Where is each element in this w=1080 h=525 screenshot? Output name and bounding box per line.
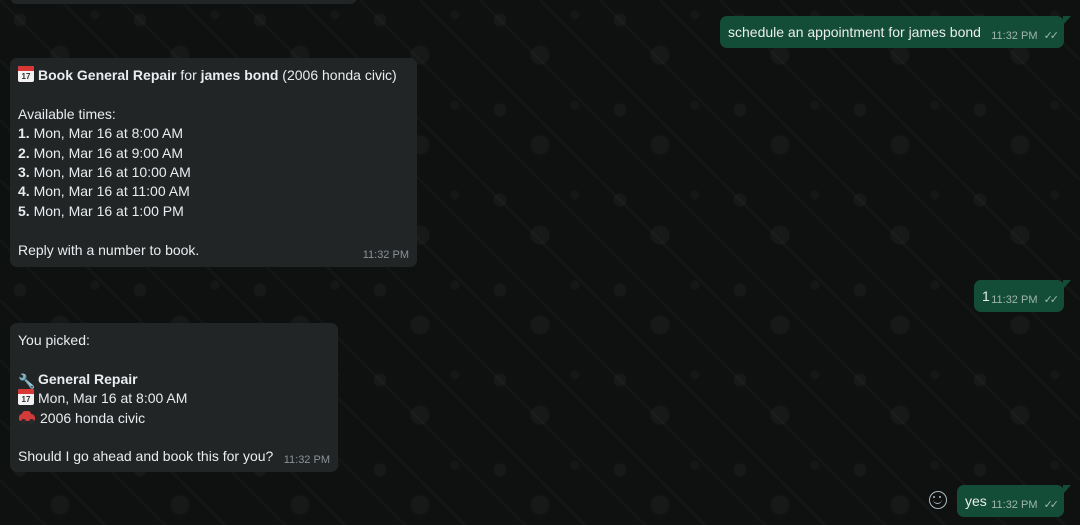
service-name: General Repair (38, 370, 138, 387)
message-meta: 11:32 PM ✓✓ (991, 294, 1060, 307)
message-meta: 11:32 PM ✓✓ (991, 30, 1060, 43)
car-icon (18, 410, 36, 424)
calendar-icon (18, 66, 34, 82)
option-number: 4. (18, 183, 30, 200)
option-number: 3. (18, 164, 30, 181)
appointment-time: Mon, Mar 16 at 8:00 AM (38, 390, 188, 407)
chat-pane: schedule an appointment for james bond 1… (0, 0, 1080, 525)
previous-message-bubble (10, 0, 357, 4)
picked-datetime: Mon, Mar 16 at 8:00 AM (18, 389, 330, 408)
outgoing-message[interactable]: 1 11:32 PM ✓✓ (974, 280, 1071, 312)
message-time: 11:32 PM (991, 294, 1038, 306)
option-text: Mon, Mar 16 at 1:00 PM (29, 202, 184, 219)
message-meta: 11:32 PM ✓✓ (991, 499, 1060, 512)
outgoing-message[interactable]: yes 11:32 PM ✓✓ (957, 485, 1071, 517)
message-time: 11:32 PM (283, 454, 330, 466)
message-meta: 11:32 PM (363, 249, 409, 262)
reply-instruction: Reply with a number to book. (18, 241, 200, 258)
time-option: 4. Mon, Mar 16 at 11:00 AM (18, 182, 409, 201)
available-label: Available times: (18, 105, 116, 122)
option-text: Mon, Mar 16 at 10:00 AM (29, 164, 191, 181)
option-number: 1. (18, 125, 30, 142)
wrench-icon: 🔧 (18, 372, 36, 389)
double-check-icon: ✓✓ (1043, 294, 1060, 306)
double-check-icon: ✓✓ (1043, 499, 1060, 511)
picked-intro: You picked: (18, 332, 90, 348)
picked-vehicle: 2006 honda civic (18, 409, 330, 428)
message-time: 11:32 PM (991, 30, 1038, 42)
title-connector: for (176, 67, 201, 83)
vehicle-name: 2006 honda civic (40, 409, 146, 426)
vehicle-info: (2006 honda civic) (278, 67, 397, 83)
booking-title: Book General Repair for james bond (2006… (18, 66, 409, 85)
picked-service: 🔧 General Repair (18, 370, 330, 389)
time-option: 2. Mon, Mar 16 at 9:00 AM (18, 144, 409, 163)
emoji-icon[interactable] (929, 491, 947, 509)
message-meta: 11:32 PM (284, 454, 330, 467)
message-time: 11:32 PM (362, 249, 409, 261)
incoming-message[interactable]: Book General Repair for james bond (2006… (10, 58, 417, 267)
customer-name: james bond (200, 67, 279, 83)
outgoing-message[interactable]: schedule an appointment for james bond 1… (720, 16, 1071, 48)
incoming-message[interactable]: You picked: 🔧General Repair Mon, Mar 16 … (10, 323, 338, 472)
time-option: 1. Mon, Mar 16 at 8:00 AM (18, 124, 409, 143)
option-text: Mon, Mar 16 at 9:00 AM (29, 144, 183, 161)
option-number: 2. (18, 144, 30, 161)
message-time: 11:32 PM (991, 499, 1038, 511)
time-option: 3. Mon, Mar 16 at 10:00 AM (18, 163, 409, 182)
option-number: 5. (18, 202, 30, 219)
time-option: 5. Mon, Mar 16 at 1:00 PM (18, 202, 409, 221)
double-check-icon: ✓✓ (1043, 30, 1060, 42)
option-text: Mon, Mar 16 at 8:00 AM (29, 125, 183, 142)
service-name: Book General Repair (38, 67, 177, 83)
calendar-icon (18, 389, 34, 406)
option-text: Mon, Mar 16 at 11:00 AM (29, 183, 190, 200)
